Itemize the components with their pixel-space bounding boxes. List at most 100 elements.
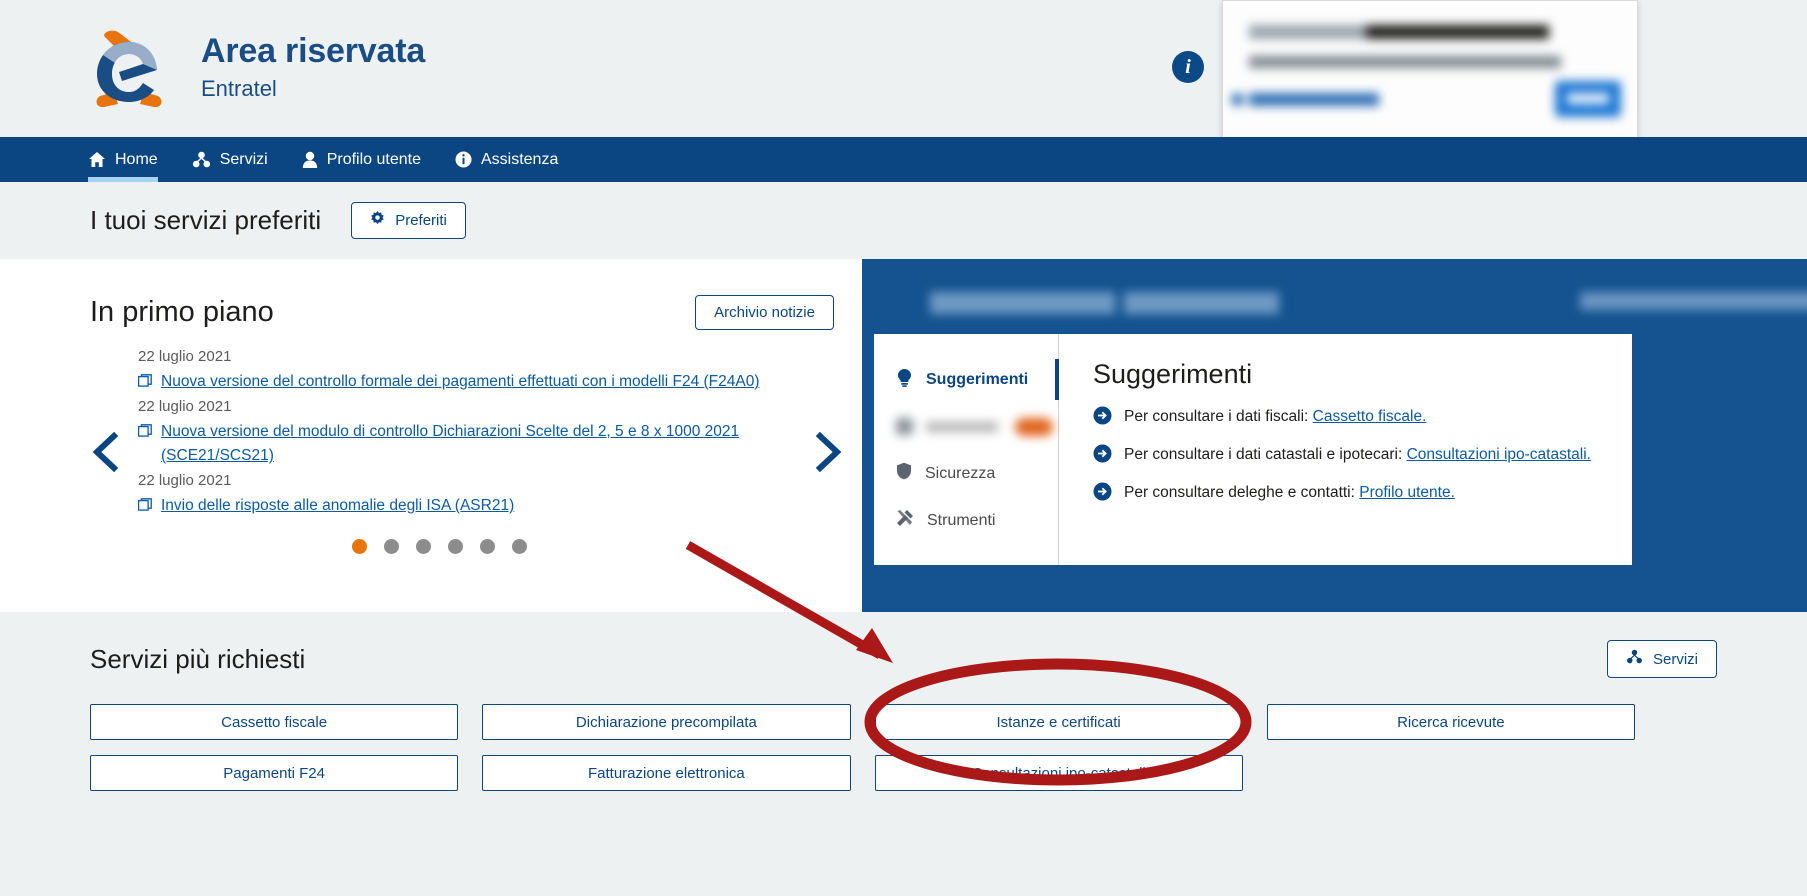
suggestion-link[interactable]: Profilo utente. <box>1359 484 1455 501</box>
suggestion-prefix: Per consultare i dati catastali e ipotec… <box>1124 446 1407 463</box>
redacted-badge <box>1015 417 1053 436</box>
page-title: Area riservata <box>201 32 426 70</box>
nav-item-home[interactable]: Home <box>88 137 158 182</box>
news-title: In primo piano <box>90 296 274 328</box>
gear-icon <box>370 211 385 230</box>
services-icon <box>192 151 211 169</box>
nav-item-servizi[interactable]: Servizi <box>192 137 268 182</box>
redacted-label <box>926 421 998 432</box>
suggestion-text: Per consultare i dati fiscali: Cassetto … <box>1124 406 1426 428</box>
service-button-pagamenti-f24[interactable]: Pagamenti F24 <box>90 755 459 791</box>
service-button-ricerca-ricevute[interactable]: Ricerca ricevute <box>1266 704 1635 740</box>
document-icon <box>137 374 152 393</box>
favorites-title: I tuoi servizi preferiti <box>90 205 322 235</box>
news-header: In primo piano Archivio notizie <box>0 259 862 330</box>
suggestions-body: Suggerimenti Per consultare i dati fisca… <box>1059 334 1632 565</box>
carousel-prev-button[interactable] <box>88 431 122 473</box>
redacted-icon <box>896 418 913 435</box>
suggestion-row: Per consultare deleghe e contatti: Profi… <box>1093 482 1606 506</box>
main-split: In primo piano Archivio notizie 22 lugli… <box>0 259 1807 612</box>
sugg-tab-strumenti[interactable]: Strumenti <box>874 497 1058 544</box>
nav-item-home-label: Home <box>115 150 158 168</box>
service-button-consultazioni-ipo-catastali[interactable]: Consultazioni ipo-catastali <box>874 755 1243 791</box>
most-requested-services-section: Servizi più richiesti Servizi Cassetto f… <box>0 612 1807 896</box>
suggestion-row: Per consultare i dati fiscali: Cassetto … <box>1093 406 1606 430</box>
service-button-istanze-e-certificati[interactable]: Istanze e certificati <box>874 704 1243 740</box>
home-icon <box>88 151 106 169</box>
arrow-right-circle-icon <box>1093 406 1112 430</box>
carousel-dot[interactable] <box>384 539 399 554</box>
suggestions-pane: Suggerimenti Sicurezza Strumenti Suggeri… <box>862 259 1807 612</box>
carousel-dots <box>352 539 527 554</box>
sugg-tab-sicurezza[interactable]: Sicurezza <box>874 450 1058 497</box>
document-icon <box>137 424 152 443</box>
archivio-notizie-button[interactable]: Archivio notizie <box>695 295 834 330</box>
arrow-right-circle-icon <box>1093 482 1112 506</box>
services-grid: Cassetto fiscale Dichiarazione precompil… <box>90 704 1635 791</box>
carousel-dot[interactable] <box>352 539 367 554</box>
suggestions-card: Suggerimenti Sicurezza Strumenti Suggeri… <box>874 334 1632 565</box>
most-requested-title: Servizi più richiesti <box>90 643 306 674</box>
nav-item-servizi-label: Servizi <box>219 150 268 168</box>
carousel-dot[interactable] <box>448 539 463 554</box>
suggestion-link[interactable]: Cassetto fiscale. <box>1313 408 1427 425</box>
news-item: 22 luglio 2021 Invio delle risposte alle… <box>137 468 778 518</box>
carousel-next-button[interactable] <box>812 431 846 473</box>
user-popup-redacted[interactable] <box>1222 0 1638 140</box>
document-icon <box>137 498 152 517</box>
shield-icon <box>896 462 912 485</box>
service-button-dichiarazione-precompilata[interactable]: Dichiarazione precompilata <box>482 704 851 740</box>
suggestion-row: Per consultare i dati catastali e ipotec… <box>1093 444 1606 468</box>
news-date: 22 luglio 2021 <box>138 348 232 365</box>
news-date: 22 luglio 2021 <box>138 398 232 415</box>
service-button-cassetto-fiscale[interactable]: Cassetto fiscale <box>90 704 459 740</box>
info-circle-icon <box>455 151 472 168</box>
most-requested-header: Servizi più richiesti Servizi <box>0 640 1807 678</box>
suggestion-prefix: Per consultare deleghe e contatti: <box>1124 484 1360 501</box>
page-root: Area riservata Entratel i Home Servizi P… <box>0 0 1807 896</box>
sugg-tab-suggerimenti-label: Suggerimenti <box>926 370 1029 388</box>
news-link[interactable]: Invio delle risposte alle anomalie degli… <box>161 494 514 518</box>
nav-item-profilo-utente[interactable]: Profilo utente <box>302 137 421 182</box>
favorites-strip: I tuoi servizi preferiti Preferiti <box>0 182 1807 259</box>
archivio-notizie-label: Archivio notizie <box>714 304 815 321</box>
carousel-dot[interactable] <box>512 539 527 554</box>
news-link[interactable]: Nuova versione del modulo di controllo D… <box>161 420 778 468</box>
sugg-tab-sicurezza-label: Sicurezza <box>925 464 996 482</box>
info-icon[interactable]: i <box>1172 51 1204 83</box>
brand-block: Area riservata Entratel <box>201 30 425 104</box>
news-item: 22 luglio 2021 Nuova versione del modulo… <box>137 394 778 468</box>
carousel-dot[interactable] <box>416 539 431 554</box>
service-button-fatturazione-elettronica[interactable]: Fatturazione elettronica <box>482 755 851 791</box>
lightbulb-icon <box>896 368 913 392</box>
servizi-button-label: Servizi <box>1652 650 1698 668</box>
nav-item-profilo-utente-label: Profilo utente <box>326 150 421 168</box>
suggestions-heading: Suggerimenti <box>1093 359 1253 389</box>
servizi-button[interactable]: Servizi <box>1606 640 1717 678</box>
brand-subtitle: Entratel <box>201 76 277 101</box>
tools-icon <box>896 509 914 532</box>
news-pane: In primo piano Archivio notizie 22 lugli… <box>0 259 862 612</box>
news-item: 22 luglio 2021 Nuova versione del contro… <box>137 344 778 394</box>
suggestion-text: Per consultare i dati catastali e ipotec… <box>1124 444 1591 466</box>
news-link[interactable]: Nuova versione del controllo formale dei… <box>161 370 760 394</box>
news-date: 22 luglio 2021 <box>138 472 232 489</box>
preferiti-button-label: Preferiti <box>395 212 447 229</box>
suggestion-prefix: Per consultare i dati fiscali: <box>1124 408 1313 425</box>
sugg-tab-suggerimenti[interactable]: Suggerimenti <box>874 356 1059 403</box>
news-list: 22 luglio 2021 Nuova versione del contro… <box>137 344 778 518</box>
suggestion-text: Per consultare deleghe e contatti: Profi… <box>1124 482 1455 504</box>
arrow-right-circle-icon <box>1093 444 1112 468</box>
suggestion-link[interactable]: Consultazioni ipo-catastali. <box>1407 446 1591 463</box>
nav-item-assistenza[interactable]: Assistenza <box>455 137 558 182</box>
site-header: Area riservata Entratel i <box>0 0 1807 140</box>
services-icon <box>1626 649 1643 669</box>
agenzia-entrate-logo <box>88 28 170 110</box>
nav-item-assistenza-label: Assistenza <box>480 150 559 168</box>
main-navbar: Home Servizi Profilo utente Assistenza <box>0 137 1807 182</box>
suggestions-nav: Suggerimenti Sicurezza Strumenti <box>874 334 1059 565</box>
carousel-dot[interactable] <box>480 539 495 554</box>
sugg-tab-strumenti-label: Strumenti <box>927 511 996 529</box>
sugg-tab-redacted[interactable] <box>874 403 1058 450</box>
preferiti-button[interactable]: Preferiti <box>351 202 466 239</box>
